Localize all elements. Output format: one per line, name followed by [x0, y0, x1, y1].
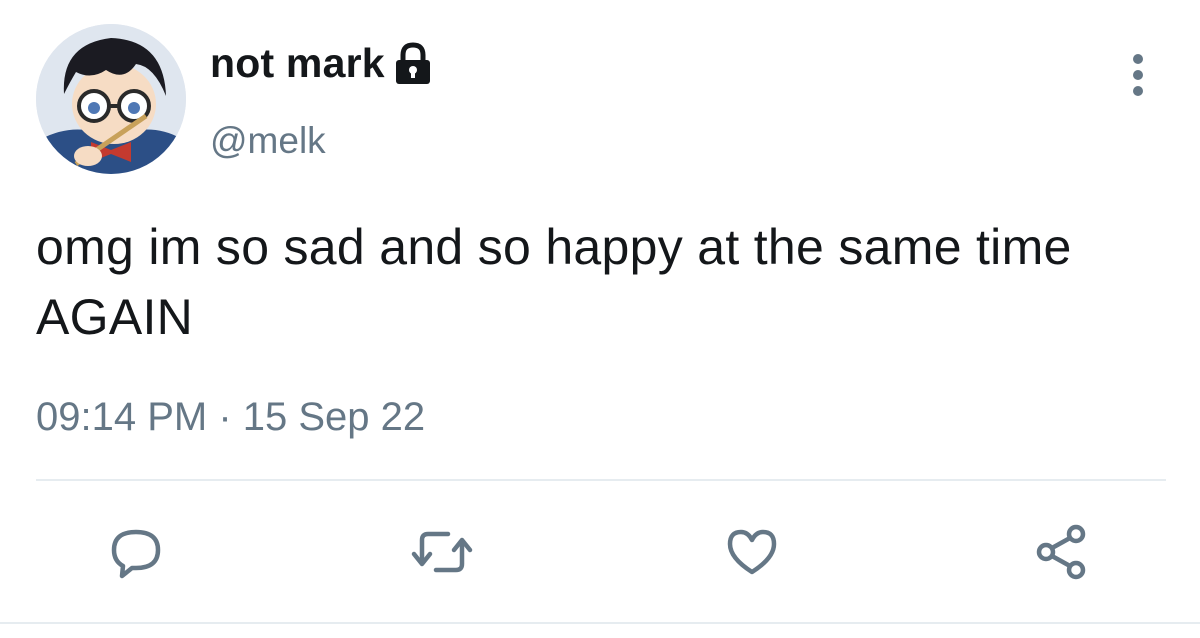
tweet-text: omg im so sad and so happy at the same t… [36, 219, 1072, 345]
lock-icon [393, 41, 433, 86]
retweet-button[interactable] [410, 520, 474, 584]
bottom-border [0, 622, 1200, 624]
reply-button[interactable] [104, 520, 168, 584]
display-name-text: not mark [210, 40, 385, 86]
share-button[interactable] [1030, 520, 1094, 584]
more-vertical-icon[interactable] [1120, 50, 1156, 100]
avatar-image [36, 24, 186, 174]
like-button[interactable] [720, 520, 784, 584]
retweet-icon [411, 531, 473, 573]
divider [36, 479, 1166, 481]
share-icon [1036, 524, 1086, 580]
avatar[interactable] [36, 24, 186, 174]
tweet-timestamp[interactable]: 09:14 PM · 15 Sep 22 [36, 395, 425, 440]
user-handle[interactable]: @melk [210, 120, 326, 162]
reply-icon [111, 529, 161, 579]
heart-icon [727, 529, 777, 575]
tweet-card: not mark @melk omg im so sad and so happ… [0, 0, 1200, 638]
display-name[interactable]: not mark [210, 40, 433, 87]
